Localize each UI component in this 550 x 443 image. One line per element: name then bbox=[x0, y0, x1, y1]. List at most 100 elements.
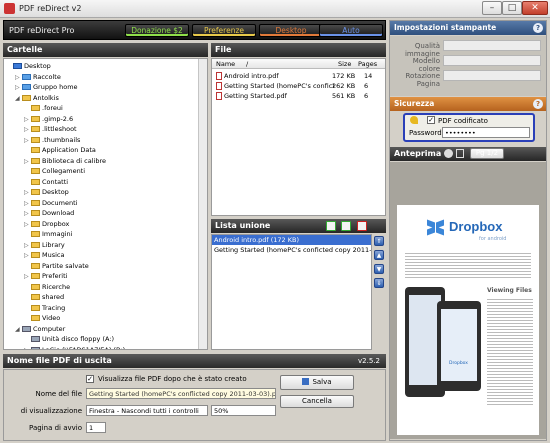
save-label: Salva bbox=[312, 378, 332, 386]
phone-label: Dropbox bbox=[449, 361, 468, 366]
tree-item-label: .littleshoot bbox=[42, 125, 77, 133]
cancel-button[interactable]: Cancella bbox=[280, 395, 354, 408]
view-after-checkbox[interactable]: ✓ bbox=[86, 375, 94, 383]
file-pages: 6 bbox=[364, 92, 369, 100]
folder-tree[interactable]: Desktop ▷ Raccolte ▷ Gruppo home ◢ Antolkis .fo… bbox=[3, 58, 208, 350]
tree-item[interactable]: Contatti bbox=[6, 177, 197, 188]
tree-item[interactable]: ▷ Library bbox=[6, 240, 197, 251]
folders-header: Cartelle bbox=[3, 43, 208, 57]
quality-select[interactable] bbox=[443, 40, 541, 51]
tree-item[interactable]: Unità disco floppy (A:) bbox=[6, 334, 197, 345]
tree-item[interactable]: ▷ .littleshoot bbox=[6, 124, 197, 135]
tree-item[interactable]: ▷ Musica bbox=[6, 250, 197, 261]
tree-item[interactable]: ▷ Download bbox=[6, 208, 197, 219]
expander-icon[interactable]: ▷ bbox=[24, 209, 31, 220]
tree-item[interactable]: ▷ Documenti bbox=[6, 198, 197, 209]
password-input[interactable]: •••••••• bbox=[442, 127, 530, 138]
expander-icon[interactable]: ▷ bbox=[24, 346, 31, 350]
tree-item[interactable]: Immagini bbox=[6, 229, 197, 240]
tree-item[interactable]: ▷ Dropbox bbox=[6, 219, 197, 230]
desktop-button[interactable]: Desktop bbox=[259, 24, 323, 37]
tree-item[interactable]: ▷ Gruppo home bbox=[6, 82, 197, 93]
move-top-icon[interactable]: ⇑ bbox=[374, 236, 384, 246]
maximize-button[interactable]: □ bbox=[502, 1, 522, 15]
tree-item-label: shared bbox=[42, 293, 65, 301]
close-button[interactable]: ✕ bbox=[522, 1, 548, 15]
tree-item[interactable]: ◢ Computer bbox=[6, 324, 197, 335]
home-icon bbox=[22, 84, 31, 90]
tree-item[interactable]: ▷ Biblioteca di calibre bbox=[6, 156, 197, 167]
folder-tree-scrollbar[interactable] bbox=[198, 59, 207, 349]
tree-item[interactable]: ▷ .thumbnails bbox=[6, 135, 197, 146]
tree-item[interactable]: Application Data bbox=[6, 145, 197, 156]
move-up-icon[interactable]: ▲ bbox=[374, 250, 384, 260]
merge-list-item[interactable]: Android intro.pdf (172 KB) bbox=[212, 235, 371, 245]
merge-list-item[interactable]: Getting Started (homePC's conficted copy… bbox=[212, 245, 371, 255]
tree-item[interactable]: ▷ Raccolte bbox=[6, 72, 197, 83]
tree-item[interactable]: Desktop bbox=[6, 61, 197, 72]
tree-item-label: Dropbox bbox=[42, 219, 70, 228]
file-size: 561 KB bbox=[332, 92, 356, 100]
minimize-button[interactable]: – bbox=[482, 1, 502, 15]
page-indicator[interactable]: Pg 1/2 bbox=[470, 148, 504, 159]
tree-item[interactable]: ▷ Preferiti bbox=[6, 271, 197, 282]
encrypted-label: PDF codificato bbox=[438, 117, 488, 125]
remove-file-icon[interactable] bbox=[357, 221, 367, 231]
tree-item-label: Desktop bbox=[24, 62, 51, 70]
filename-input[interactable]: Getting Started (homePC's conflicted cop… bbox=[86, 388, 276, 399]
tree-item[interactable]: ▷ LaCie (\\FADS1A7IEA) (B:) bbox=[6, 345, 197, 350]
tree-item[interactable]: .foreui bbox=[6, 103, 197, 114]
expander-icon[interactable]: ▷ bbox=[24, 125, 31, 136]
tree-item[interactable]: Collegamenti bbox=[6, 166, 197, 177]
doc-tagline: for android bbox=[479, 236, 507, 242]
file-row[interactable]: Getting Started (homePC's conficted copy… bbox=[212, 81, 385, 91]
tree-item[interactable]: Video bbox=[6, 313, 197, 324]
tree-item[interactable]: ▷ Desktop bbox=[6, 187, 197, 198]
expander-icon[interactable]: ▷ bbox=[15, 83, 22, 94]
move-down-icon[interactable]: ▼ bbox=[374, 264, 384, 274]
file-list[interactable]: Name / Size Pages Android intro.pdf 172 K… bbox=[211, 58, 386, 216]
tree-item-label: .foreui bbox=[42, 104, 63, 112]
rotation-select[interactable] bbox=[443, 70, 541, 81]
col-pages[interactable]: Pages bbox=[358, 60, 377, 68]
file-row[interactable]: Getting Started.pdf 561 KB 6 bbox=[212, 91, 385, 101]
pdf-icon bbox=[216, 82, 222, 90]
expander-icon[interactable]: ▷ bbox=[24, 272, 31, 283]
expander-icon[interactable]: ◢ bbox=[15, 94, 22, 105]
auto-button[interactable]: Auto bbox=[319, 24, 383, 37]
col-size[interactable]: Size bbox=[338, 60, 351, 68]
tree-item[interactable]: shared bbox=[6, 292, 197, 303]
merge-list[interactable]: Android intro.pdf (172 KB) Getting Starte… bbox=[211, 234, 372, 350]
display-mode-select[interactable]: Finestra - Nascondi tutti i controlli bbox=[86, 405, 208, 416]
preview-area: Dropbox for android Dropbox Viewing File… bbox=[390, 162, 546, 439]
preferences-button[interactable]: Preferenze bbox=[192, 24, 256, 37]
add-folder-icon[interactable] bbox=[341, 221, 351, 231]
pdf-icon bbox=[216, 72, 222, 80]
tree-item[interactable]: Tracing bbox=[6, 303, 197, 314]
zoom-select[interactable]: 50% bbox=[211, 405, 276, 416]
tree-item-label: Ricerche bbox=[42, 282, 71, 291]
add-file-icon[interactable] bbox=[326, 221, 336, 231]
page-icon[interactable] bbox=[456, 149, 464, 158]
col-name[interactable]: Name bbox=[216, 60, 235, 68]
move-bottom-icon[interactable]: ⇓ bbox=[374, 278, 384, 288]
save-button[interactable]: Salva bbox=[280, 375, 354, 390]
tree-item[interactable]: Partite salvate bbox=[6, 261, 197, 272]
tree-item[interactable]: ▷ .gimp-2.6 bbox=[6, 114, 197, 125]
donate-button[interactable]: Donazione $2 bbox=[125, 24, 189, 37]
preview-title: Anteprima bbox=[394, 149, 442, 158]
phone-image-2: Dropbox bbox=[437, 301, 481, 391]
tree-item[interactable]: Ricerche bbox=[6, 282, 197, 293]
expander-icon[interactable]: ▷ bbox=[24, 188, 31, 199]
file-size: 172 KB bbox=[332, 72, 356, 80]
security-help-icon[interactable]: ? bbox=[533, 99, 543, 109]
color-select[interactable] bbox=[443, 55, 541, 66]
help-icon[interactable]: ? bbox=[533, 23, 543, 33]
encrypted-checkbox[interactable]: ✓ bbox=[427, 116, 435, 124]
file-row[interactable]: Android intro.pdf 172 KB 14 bbox=[212, 71, 385, 81]
expander-icon[interactable]: ◢ bbox=[15, 325, 22, 336]
zoom-icon[interactable] bbox=[444, 149, 453, 158]
tree-item[interactable]: ◢ Antolkis bbox=[6, 93, 197, 104]
start-page-input[interactable]: 1 bbox=[86, 422, 106, 433]
expander-icon[interactable]: ▷ bbox=[24, 251, 31, 262]
